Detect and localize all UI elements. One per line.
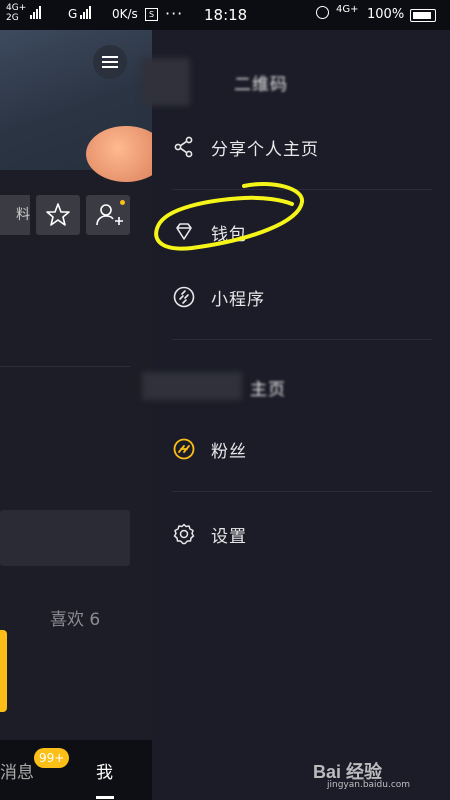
network-type: 4G+: [336, 4, 359, 15]
sim1-label: 4G+: [6, 3, 27, 13]
drawer-item-label: 粉丝: [211, 442, 247, 462]
drawer-item-qrcode[interactable]: 二维码: [152, 55, 450, 109]
drawer-item-share-profile[interactable]: 分享个人主页: [152, 120, 450, 174]
sim-signal: 4G+ 2G: [6, 3, 26, 23]
signal-icon-2: [80, 6, 91, 19]
floating-button-edge[interactable]: [0, 630, 7, 712]
drawer-divider: [172, 339, 432, 340]
menu-button[interactable]: [93, 45, 127, 79]
fans-icon: [173, 438, 195, 460]
baidu-watermark: Bai 经验 jingyan.baidu.com: [313, 758, 438, 792]
link-icon: [173, 286, 195, 308]
drawer-item-fans[interactable]: 粉丝: [152, 422, 450, 476]
likes-tab[interactable]: 喜欢 6: [50, 605, 100, 630]
net-speed: 0K/s: [112, 7, 138, 21]
messages-badge: 99+: [34, 748, 70, 768]
drawer-item-mini-programs[interactable]: 小程序: [152, 270, 450, 324]
battery-icon: [410, 9, 436, 22]
drawer-item-settings[interactable]: 设置: [152, 507, 450, 561]
nav-me[interactable]: 我: [96, 758, 113, 783]
drawer-divider: [172, 491, 432, 492]
star-icon: [46, 203, 70, 226]
drawer-item-label: 主页: [250, 380, 286, 400]
settings-icon: [173, 523, 195, 545]
add-friend-button[interactable]: [86, 195, 130, 235]
content-box: [0, 510, 130, 566]
alarm-icon: [316, 6, 329, 19]
clock: 18:18: [204, 6, 248, 24]
s-app-icon: S: [145, 8, 158, 21]
battery-percent: 100%: [367, 7, 405, 22]
nav-messages[interactable]: 消息: [0, 758, 34, 783]
status-bar: 4G+ 2G G 0K/s S ··· 18:18 4G+ 100%: [0, 0, 450, 30]
edit-profile-button[interactable]: 料: [0, 195, 30, 235]
profile-panel[interactable]: 料 喜欢 6 消息 99+ 我: [0, 30, 152, 800]
share-icon: [174, 136, 193, 158]
drawer-item-label: 小程序: [211, 290, 265, 310]
sim2-label: 2G: [6, 13, 19, 23]
nav-active-indicator: [96, 796, 114, 799]
more-notifications-icon: ···: [165, 4, 184, 23]
signal-icon: [30, 6, 41, 19]
edit-profile-label: 料: [16, 207, 30, 223]
carrier-signal-label: G: [68, 7, 78, 21]
drawer-item-label: 分享个人主页: [211, 140, 319, 160]
drawer-item-home[interactable]: 主页: [152, 360, 450, 414]
hand-drawn-circle-annotation: [154, 181, 304, 251]
bottom-nav: 消息 99+ 我: [0, 740, 152, 800]
watermark-url: jingyan.baidu.com: [327, 780, 411, 790]
divider: [0, 366, 130, 367]
decorative-cloud: [86, 126, 152, 182]
drawer-item-label: 二维码: [234, 75, 288, 95]
drawer-item-label: 设置: [211, 527, 247, 547]
notification-dot: [120, 200, 125, 205]
side-drawer: 二维码 分享个人主页 钱包 小程序 主页 粉丝 设置: [142, 30, 450, 800]
favorites-button[interactable]: [36, 195, 80, 235]
